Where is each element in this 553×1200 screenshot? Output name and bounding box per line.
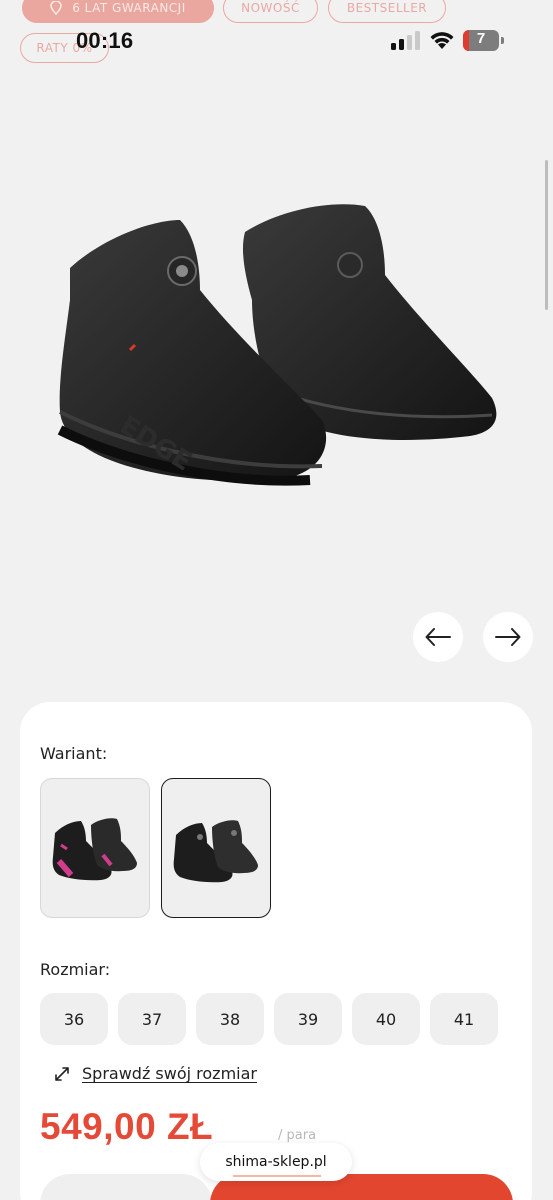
quantity-stepper[interactable] bbox=[40, 1174, 212, 1200]
product-image[interactable]: EDGE bbox=[40, 180, 510, 520]
product-details-card: Wariant: Rozmiar: 36 37 38 39 40 41 Spra… bbox=[20, 702, 532, 1200]
variant-option-black-pink[interactable] bbox=[40, 778, 150, 918]
url-text[interactable]: shima-sklep.pl bbox=[225, 1154, 326, 1170]
size-option-39[interactable]: 39 bbox=[274, 993, 342, 1045]
previous-image-button[interactable] bbox=[413, 612, 463, 662]
variant-option-black[interactable] bbox=[161, 778, 271, 918]
arrow-left-icon bbox=[425, 628, 451, 646]
size-option-38[interactable]: 38 bbox=[196, 993, 264, 1045]
expand-icon bbox=[55, 1066, 69, 1081]
price-unit: / para bbox=[278, 1128, 317, 1143]
size-option-41[interactable]: 41 bbox=[430, 993, 498, 1045]
product-price: 549,00 ZŁ bbox=[40, 1106, 214, 1147]
next-image-button[interactable] bbox=[483, 612, 533, 662]
cellular-signal-icon bbox=[391, 31, 420, 50]
battery-level: 7 bbox=[476, 30, 486, 47]
wifi-icon bbox=[430, 32, 454, 49]
variant-thumbnail bbox=[52, 818, 137, 881]
battery-icon: 7 bbox=[463, 30, 505, 51]
variant-thumbnail bbox=[173, 820, 258, 883]
loading-indicator bbox=[233, 1175, 321, 1177]
variant-label: Wariant: bbox=[40, 744, 108, 763]
size-guide-text[interactable]: Sprawdź swój rozmiar bbox=[82, 1064, 257, 1083]
status-time: 00:16 bbox=[76, 28, 134, 53]
size-label: Rozmiar: bbox=[40, 960, 111, 979]
scroll-indicator[interactable] bbox=[545, 160, 548, 310]
size-option-37[interactable]: 37 bbox=[118, 993, 186, 1045]
size-guide-link[interactable]: Sprawdź swój rozmiar bbox=[54, 1064, 257, 1083]
size-option-40[interactable]: 40 bbox=[352, 993, 420, 1045]
arrow-right-icon bbox=[495, 628, 521, 646]
status-bar: 00:16 7 bbox=[0, 0, 553, 80]
size-option-36[interactable]: 36 bbox=[40, 993, 108, 1045]
